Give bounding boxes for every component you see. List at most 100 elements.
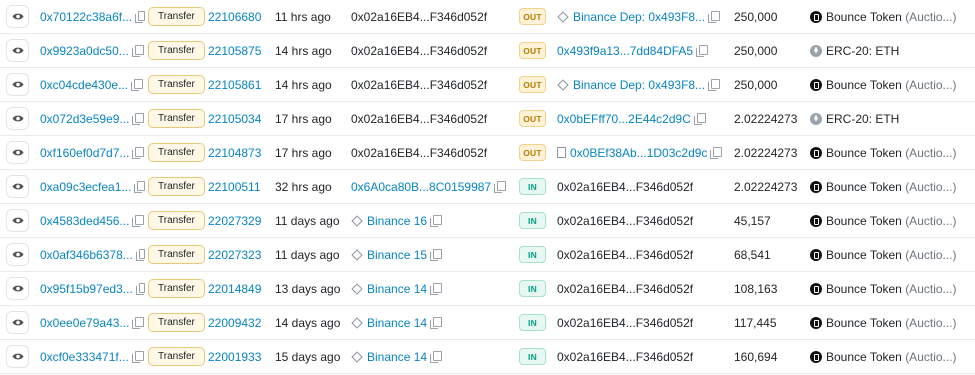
view-details-button[interactable]: [6, 209, 29, 232]
token-name[interactable]: Bounce Token: [826, 78, 902, 92]
block-link[interactable]: 22105875: [208, 34, 261, 67]
tx-hash-link[interactable]: 0x4583ded456...: [40, 214, 129, 228]
copy-icon[interactable]: [135, 282, 145, 295]
token-name[interactable]: ERC-20: ETH: [826, 44, 899, 58]
copy-icon[interactable]: [132, 316, 145, 329]
token-cell[interactable]: Bounce Token (Auctio...): [810, 238, 957, 271]
copy-icon[interactable]: [430, 282, 443, 295]
tx-hash-link[interactable]: 0x95f15b97ed3...: [40, 282, 133, 296]
from-address[interactable]: Binance 16: [367, 214, 427, 228]
token-name[interactable]: ERC-20: ETH: [826, 112, 899, 126]
token-cell[interactable]: Bounce Token (Auctio...): [810, 170, 957, 203]
copy-icon[interactable]: [494, 180, 507, 193]
labeled-address-icon: [557, 10, 569, 23]
copy-icon[interactable]: [696, 44, 709, 57]
view-details-button[interactable]: [6, 311, 29, 334]
token-cell[interactable]: ERC-20: ETH: [810, 102, 899, 135]
from-address: 0x02a16EB4...F346d052f: [351, 77, 488, 92]
token-name[interactable]: Bounce Token: [826, 180, 902, 194]
token-name[interactable]: Bounce Token: [826, 316, 902, 330]
to-cell: 0x02a16EB4...F346d052f: [557, 272, 693, 305]
copy-icon[interactable]: [693, 112, 706, 125]
to-cell: 0x493f9a13...7dd84DFA5: [557, 34, 709, 67]
copy-icon[interactable]: [131, 44, 144, 57]
block-link[interactable]: 22014849: [208, 272, 261, 305]
from-address[interactable]: Binance 14: [367, 350, 427, 364]
tx-hash-link[interactable]: 0x9923a0dc50...: [40, 44, 129, 58]
tx-hash-link[interactable]: 0x072d3e59e9...: [40, 112, 129, 126]
copy-icon[interactable]: [135, 10, 145, 23]
token-name[interactable]: Bounce Token: [826, 10, 902, 24]
copy-icon[interactable]: [131, 78, 144, 91]
copy-icon[interactable]: [430, 248, 443, 261]
copy-icon[interactable]: [131, 350, 144, 363]
tx-hash-link[interactable]: 0x70122c38a6f...: [40, 10, 132, 24]
copy-icon[interactable]: [132, 214, 145, 227]
from-address[interactable]: Binance 15: [367, 248, 427, 262]
from-address[interactable]: Binance 14: [367, 282, 427, 296]
amount-text: 250,000: [734, 77, 778, 92]
copy-icon[interactable]: [430, 214, 443, 227]
token-cell[interactable]: Bounce Token (Auctio...): [810, 0, 957, 33]
copy-icon[interactable]: [135, 248, 145, 261]
view-details-button[interactable]: [6, 277, 29, 300]
view-details-button[interactable]: [6, 5, 29, 28]
token-cell[interactable]: Bounce Token (Auctio...): [810, 272, 957, 305]
token-cell[interactable]: Bounce Token (Auctio...): [810, 68, 957, 101]
block-link[interactable]: 22009432: [208, 306, 261, 339]
view-details-button[interactable]: [6, 73, 29, 96]
from-address[interactable]: 0x6A0ca80B...8C0159987: [351, 180, 491, 194]
token-cell[interactable]: Bounce Token (Auctio...): [810, 340, 957, 373]
view-details-button[interactable]: [6, 141, 29, 164]
token-cell[interactable]: Bounce Token (Auctio...): [810, 204, 957, 237]
to-address[interactable]: Binance Dep: 0x493F8...: [573, 78, 705, 92]
copy-icon[interactable]: [430, 316, 443, 329]
copy-icon[interactable]: [708, 10, 721, 23]
token-cell[interactable]: ERC-20: ETH: [810, 34, 899, 67]
copy-icon[interactable]: [134, 180, 145, 193]
block-link[interactable]: 22001933: [208, 340, 261, 373]
tx-hash-link[interactable]: 0xcf0e333471f...: [40, 350, 129, 364]
copy-icon[interactable]: [132, 112, 145, 125]
token-name[interactable]: Bounce Token: [826, 248, 902, 262]
token-cell[interactable]: Bounce Token (Auctio...): [810, 136, 957, 169]
view-details-button[interactable]: [6, 39, 29, 62]
copy-icon[interactable]: [132, 146, 145, 159]
view-details-button[interactable]: [6, 107, 29, 130]
block-link[interactable]: 22027329: [208, 204, 261, 237]
token-name[interactable]: Bounce Token: [826, 146, 902, 160]
block-link[interactable]: 22105861: [208, 68, 261, 101]
table-row: 0x4583ded456... Transfer 22027329 11 days a…: [0, 204, 975, 238]
copy-icon[interactable]: [708, 78, 721, 91]
block-link[interactable]: 22106680: [208, 0, 261, 33]
tx-hash-link[interactable]: 0x0ee0e79a43...: [40, 316, 129, 330]
block-link[interactable]: 22027323: [208, 238, 261, 271]
to-address[interactable]: Binance Dep: 0x493F8...: [573, 10, 705, 24]
token-cell[interactable]: Bounce Token (Auctio...): [810, 306, 957, 339]
tx-hash-link[interactable]: 0xa09c3ecfea1...: [40, 180, 131, 194]
token-name[interactable]: Bounce Token: [826, 350, 902, 364]
bounce-token-icon: [810, 78, 822, 91]
table-row: 0x70122c38a6f... Transfer 22106680 11 hrs a…: [0, 0, 975, 34]
copy-icon[interactable]: [430, 350, 443, 363]
tx-hash-cell: 0x0af346b6378...: [40, 238, 145, 271]
block-link[interactable]: 22105034: [208, 102, 261, 135]
block-link[interactable]: 22104873: [208, 136, 261, 169]
block-link[interactable]: 22100511: [208, 170, 261, 203]
method-badge: Transfer: [148, 211, 205, 230]
tx-hash-link[interactable]: 0x0af346b6378...: [40, 248, 133, 262]
copy-icon[interactable]: [710, 146, 723, 159]
to-address[interactable]: 0x0BEf38Ab...1D03c2d9c: [570, 146, 707, 160]
to-address[interactable]: 0x493f9a13...7dd84DFA5: [557, 44, 693, 58]
tx-hash-link[interactable]: 0xf160ef0d7d7...: [40, 146, 129, 160]
tx-hash-link[interactable]: 0xc04cde430e...: [40, 78, 128, 92]
token-name[interactable]: Bounce Token: [826, 214, 902, 228]
view-details-button[interactable]: [6, 175, 29, 198]
view-details-button[interactable]: [6, 243, 29, 266]
to-address[interactable]: 0x0bEFff70...2E44c2d9C: [557, 112, 691, 126]
from-address[interactable]: Binance 14: [367, 316, 427, 330]
from-address: 0x02a16EB4...F346d052f: [351, 9, 488, 24]
view-details-button[interactable]: [6, 345, 29, 368]
to-address: 0x02a16EB4...F346d052f: [557, 349, 694, 364]
token-name[interactable]: Bounce Token: [826, 282, 902, 296]
